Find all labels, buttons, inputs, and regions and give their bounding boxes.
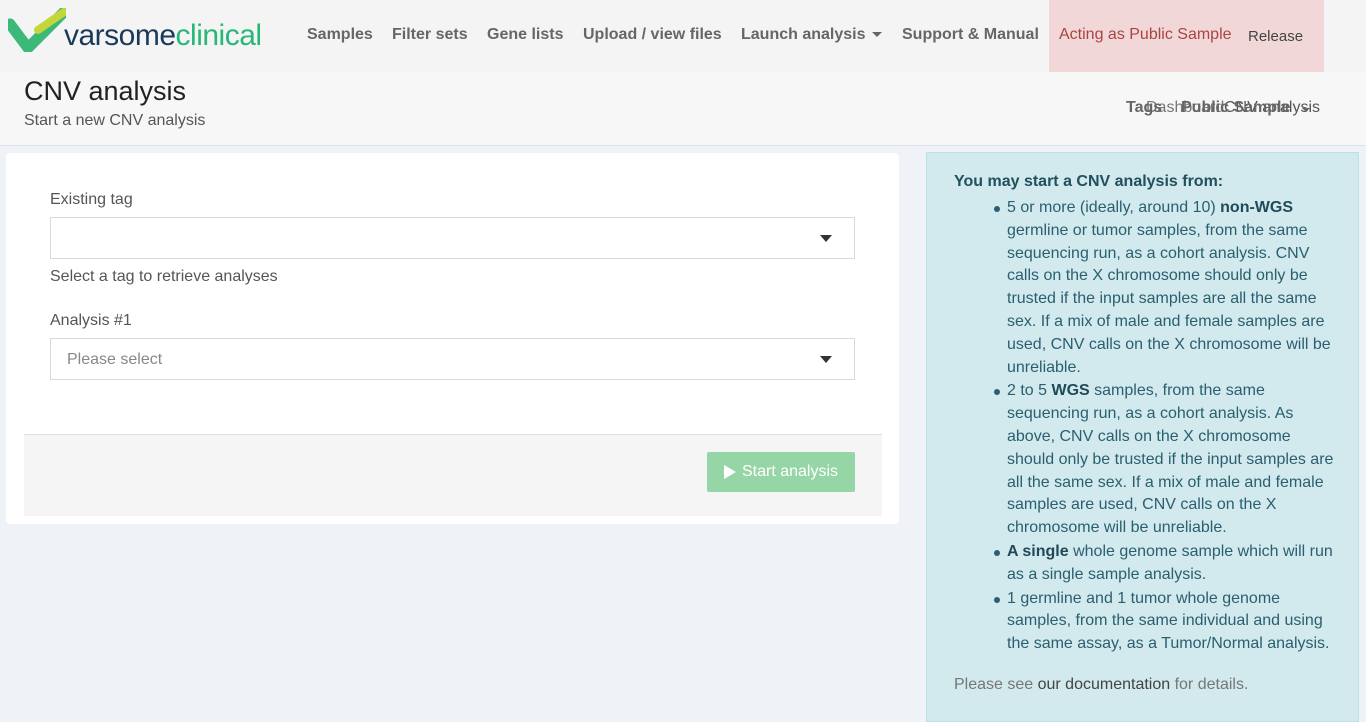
info-text: 1 germline and 1 tumor whole genome samp…	[1007, 589, 1330, 653]
info-bold-text: WGS	[1051, 382, 1090, 400]
nav-support-manual[interactable]: Support & Manual	[902, 26, 1039, 44]
caret-down-icon	[1302, 108, 1310, 112]
documentation-link[interactable]: our documentation	[1038, 676, 1171, 693]
info-list-item: 5 or more (ideally, around 10) non-WGS g…	[994, 197, 1337, 379]
tags-dropdown[interactable]: Tags	[1126, 99, 1162, 117]
nav-samples[interactable]: Samples	[307, 26, 373, 44]
checkmark-logo-icon	[8, 8, 66, 52]
dropdown-arrow-icon	[820, 235, 832, 242]
caret-down-icon	[871, 32, 882, 38]
form-footer: Start analysis	[24, 434, 882, 516]
info-list-item: 2 to 5 WGS samples, from the same sequen…	[994, 380, 1337, 540]
existing-tag-select[interactable]	[50, 217, 855, 259]
acting-as-banner: Acting as Public Sample Release	[1049, 0, 1324, 72]
page-subtitle: Start a new CNV analysis	[24, 112, 206, 129]
nav-launch-analysis[interactable]: Launch analysis	[741, 26, 882, 44]
cnv-info-panel: You may start a CNV analysis from: 5 or …	[926, 152, 1359, 722]
info-footer-text: Please see	[954, 676, 1038, 693]
page-header: CNV analysis Start a new CNV analysis Da…	[0, 72, 1366, 146]
info-bold-text: A single	[1007, 542, 1069, 560]
info-footer-text: for details.	[1170, 676, 1249, 693]
info-title: You may start a CNV analysis from:	[954, 173, 1224, 190]
info-text: 5 or more (ideally, around 10)	[1007, 199, 1221, 216]
info-text: 2 to 5	[1007, 382, 1052, 400]
nav-gene-lists[interactable]: Gene lists	[487, 26, 563, 44]
start-analysis-button[interactable]: Start analysis	[707, 452, 855, 492]
info-text: samples, from the same sequencing run, a…	[1007, 382, 1334, 537]
page-title: CNV analysis	[24, 76, 187, 106]
dropdown-arrow-icon	[820, 356, 832, 363]
nav-upload-view-files[interactable]: Upload / view files	[583, 26, 722, 44]
info-list: 5 or more (ideally, around 10) non-WGS g…	[994, 197, 1337, 657]
nav-filter-sets[interactable]: Filter sets	[392, 26, 468, 44]
play-icon	[723, 465, 736, 479]
info-list-item: A single whole genome sample which will …	[994, 541, 1337, 587]
info-list-item: 1 germline and 1 tumor whole genome samp…	[994, 588, 1337, 656]
info-footer: Please see our documentation for details…	[954, 676, 1248, 694]
analysis-1-label: Analysis #1	[50, 312, 132, 329]
nav-launch-analysis-label: Launch analysis	[741, 26, 866, 43]
public-sample-dropdown[interactable]: Public Sample	[1181, 99, 1290, 117]
info-bold-text: non-WGS	[1220, 199, 1294, 216]
existing-tag-help: Select a tag to retrieve analyses	[50, 268, 278, 285]
start-analysis-label: Start analysis	[741, 463, 839, 480]
existing-tag-label: Existing tag	[50, 191, 133, 208]
varsome-logo[interactable]: varsomeclinical	[8, 8, 262, 52]
info-text: germline or tumor samples, from the same…	[1007, 221, 1331, 376]
logo-wordmark: varsomeclinical	[64, 19, 262, 52]
cnv-form-panel: Existing tag Select a tag to retrieve an…	[6, 153, 899, 524]
release-button[interactable]: Release	[1248, 28, 1303, 45]
acting-as-label: Acting as Public Sample	[1059, 26, 1232, 43]
analysis-1-placeholder: Please select	[67, 351, 163, 368]
top-navbar: varsomeclinical Samples Filter sets Gene…	[0, 0, 1366, 72]
analysis-1-select[interactable]: Please select	[50, 338, 855, 380]
